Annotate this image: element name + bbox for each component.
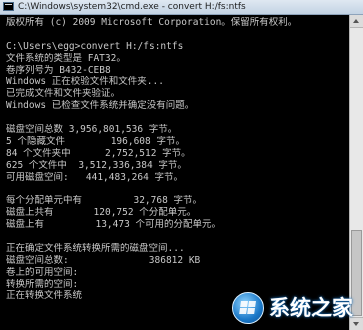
window-title: C:\Windows\system32\cmd.exe - convert H:… bbox=[18, 2, 246, 12]
console-line: Windows 正在校验文件和文件夹... bbox=[6, 76, 164, 88]
cmd-window: C:\Windows\system32\cmd.exe - convert H:… bbox=[0, 0, 363, 330]
console-line: 磁盘上有 13,473 个可用的分配单元。 bbox=[6, 219, 222, 231]
console-line: 卷序列号为 B432-CEB8 bbox=[6, 64, 111, 76]
console-line: 卷上的可用空间: bbox=[6, 266, 79, 278]
console-line: 每个分配单元中有 32,768 字节。 bbox=[6, 195, 203, 207]
scroll-up-arrow-icon[interactable] bbox=[350, 15, 363, 28]
console-line: 正在确定文件系统转换所需的磁盘空间... bbox=[6, 242, 185, 254]
console-line: Windows 已检查文件系统并确定没有问题。 bbox=[6, 100, 195, 112]
console-line: 磁盘上共有 120,752 个分配单元。 bbox=[6, 207, 197, 219]
console-output[interactable]: 版权所有 (c) 2009 Microsoft Corporation。保留所有… bbox=[0, 15, 349, 330]
watermark: 系统之家 bbox=[232, 289, 360, 327]
console-line: 5 个隐藏文件 196,608 字节。 bbox=[6, 135, 185, 147]
console-line: 已完成文件和文件夹验证。 bbox=[6, 88, 121, 100]
console-line: 版权所有 (c) 2009 Microsoft Corporation。保留所有… bbox=[6, 17, 298, 28]
console-line: 625 个文件中 3,512,336,384 字节。 bbox=[6, 159, 187, 171]
console-line: 可用磁盘空间: 441,483,264 字节。 bbox=[6, 171, 184, 183]
console-line: 84 个文件夹中 2,752,512 字节。 bbox=[6, 147, 191, 159]
watermark-logo-icon bbox=[232, 292, 264, 324]
title-bar[interactable]: C:\Windows\system32\cmd.exe - convert H:… bbox=[0, 0, 363, 15]
vertical-scrollbar[interactable] bbox=[349, 15, 363, 330]
watermark-text: 系统之家 bbox=[269, 296, 353, 320]
console-line: C:\Users\egg>convert H:/fs:ntfs bbox=[6, 40, 184, 52]
cmd-icon bbox=[3, 2, 14, 11]
console-line: 磁盘空间总数 3,956,801,536 字节。 bbox=[6, 124, 178, 136]
console-line: 文件系统的类型是 FAT32。 bbox=[6, 52, 126, 64]
console-line: 磁盘空间总数: 386812 KB bbox=[6, 254, 201, 266]
